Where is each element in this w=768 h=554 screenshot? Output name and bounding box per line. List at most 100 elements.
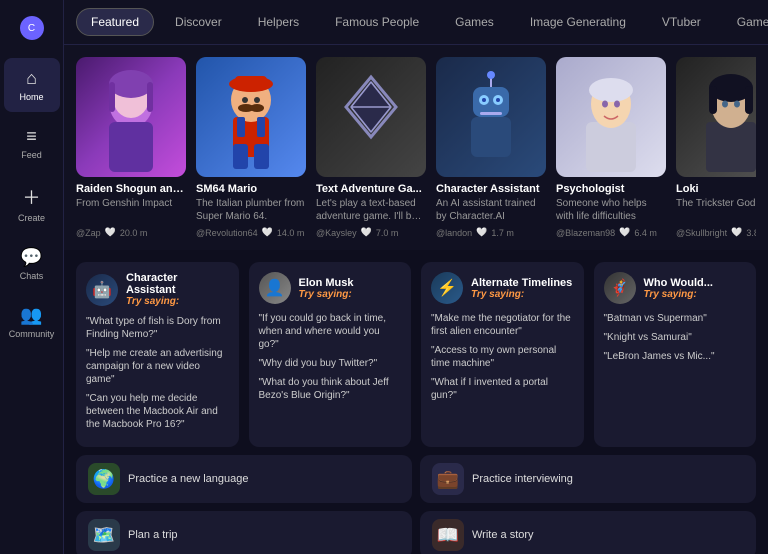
character-img-psychologist bbox=[556, 57, 666, 177]
character-card-loki[interactable]: Loki The Trickster God @Skullbright 🤍 3.… bbox=[676, 57, 756, 238]
avatar-elon: 👤 bbox=[259, 272, 291, 304]
suggestions-grid: 🌍 Practice a new language 💼 Practice int… bbox=[76, 455, 756, 554]
sidebar-label-chats: Chats bbox=[20, 271, 44, 281]
character-desc-textadv: Let's play a text-based adventure game. … bbox=[316, 197, 426, 223]
try-card-title-assistant: Character Assistant bbox=[126, 272, 229, 296]
try-card-subtitle-who: Try saying: bbox=[644, 289, 713, 300]
author-assistant: @landon bbox=[436, 228, 472, 238]
try-card-alternate: ⚡ Alternate Timelines Try saying: "Make … bbox=[421, 262, 584, 447]
try-item-alternate-0[interactable]: "Make me the negotiator for the first al… bbox=[431, 312, 574, 338]
sidebar-item-feed[interactable]: ≡ Feed bbox=[4, 116, 60, 170]
character-desc-mario: The Italian plumber from Super Mario 64. bbox=[196, 197, 306, 223]
character-name-assistant: Character Assistant bbox=[436, 183, 546, 195]
main-content: Featured Discover Helpers Famous People … bbox=[64, 0, 768, 554]
character-card-mario[interactable]: SM64 Mario The Italian plumber from Supe… bbox=[196, 57, 306, 238]
sidebar-item-create[interactable]: ＋ Create bbox=[4, 174, 60, 233]
sidebar-item-community[interactable]: 👥 Community bbox=[4, 295, 60, 349]
tab-featured[interactable]: Featured bbox=[76, 8, 154, 36]
try-card-assistant: 🤖 Character Assistant Try saying: "What … bbox=[76, 262, 239, 447]
characters-row: Raiden Shogun and... From Genshin Impact… bbox=[76, 57, 756, 238]
try-card-header-who: 🦸 Who Would... Try saying: bbox=[604, 272, 747, 304]
character-card-psychologist[interactable]: Psychologist Someone who helps with life… bbox=[556, 57, 666, 238]
character-meta-loki: @Skullbright 🤍 3.8 m bbox=[676, 227, 756, 238]
suggestion-trip[interactable]: 🗺️ Plan a trip bbox=[76, 511, 412, 554]
try-card-info-who: Who Would... Try saying: bbox=[644, 277, 713, 300]
character-img-loki bbox=[676, 57, 756, 177]
likes-raiden: 20.0 m bbox=[120, 228, 148, 238]
try-item-alternate-1[interactable]: "Access to my own personal time machine" bbox=[431, 344, 574, 370]
author-psychologist: @Blazeman98 bbox=[556, 228, 615, 238]
character-meta-psychologist: @Blazeman98 🤍 6.4 m bbox=[556, 227, 666, 238]
try-item-assistant-2[interactable]: "Can you help me decide between the Macb… bbox=[86, 392, 229, 431]
character-name-psychologist: Psychologist bbox=[556, 183, 666, 195]
try-item-alternate-2[interactable]: "What if I invented a portal gun?" bbox=[431, 376, 574, 402]
app-logo: C bbox=[16, 8, 48, 48]
author-textadv: @Kaysley bbox=[316, 228, 357, 238]
try-card-title-who: Who Would... bbox=[644, 277, 713, 289]
author-mario: @Revolution64 bbox=[196, 228, 258, 238]
character-meta-raiden: @Zap 🤍 20.0 m bbox=[76, 227, 186, 238]
heart-icon-loki: 🤍 bbox=[731, 227, 742, 238]
avatar-assistant: 🤖 bbox=[86, 274, 118, 306]
tab-game-characters[interactable]: Game Characters bbox=[722, 8, 768, 36]
characters-section: Raiden Shogun and... From Genshin Impact… bbox=[64, 45, 768, 250]
try-item-who-2[interactable]: "LeBron James vs Mic..." bbox=[604, 350, 747, 363]
tab-image-generating[interactable]: Image Generating bbox=[515, 8, 641, 36]
try-card-header-elon: 👤 Elon Musk Try saying: bbox=[259, 272, 402, 304]
story-icon: 📖 bbox=[432, 519, 464, 551]
character-img-raiden bbox=[76, 57, 186, 177]
sidebar-label-feed: Feed bbox=[21, 150, 42, 160]
logo-icon: C bbox=[20, 16, 44, 40]
heart-icon-assistant: 🤍 bbox=[476, 227, 487, 238]
likes-loki: 3.8 m bbox=[746, 228, 756, 238]
language-icon: 🌍 bbox=[88, 463, 120, 495]
try-card-subtitle-elon: Try saying: bbox=[299, 289, 354, 300]
tab-discover[interactable]: Discover bbox=[160, 8, 237, 36]
sidebar-item-chats[interactable]: 💬 Chats bbox=[4, 237, 60, 291]
try-card-who: 🦸 Who Would... Try saying: "Batman vs Su… bbox=[594, 262, 757, 447]
suggestion-language[interactable]: 🌍 Practice a new language bbox=[76, 455, 412, 503]
try-card-info-assistant: Character Assistant Try saying: bbox=[126, 272, 229, 307]
tab-games[interactable]: Games bbox=[440, 8, 509, 36]
character-meta-mario: @Revolution64 🤍 14.0 m bbox=[196, 227, 306, 238]
avatar-who: 🦸 bbox=[604, 272, 636, 304]
try-item-who-0[interactable]: "Batman vs Superman" bbox=[604, 312, 747, 325]
character-img-assistant bbox=[436, 57, 546, 177]
character-desc-psychologist: Someone who helps with life difficulties bbox=[556, 197, 666, 223]
author-raiden: @Zap bbox=[76, 228, 101, 238]
try-item-assistant-1[interactable]: "Help me create an advertising campaign … bbox=[86, 347, 229, 386]
tab-famous-people[interactable]: Famous People bbox=[320, 8, 434, 36]
tab-helpers[interactable]: Helpers bbox=[243, 8, 314, 36]
character-name-loki: Loki bbox=[676, 183, 756, 195]
try-card-title-elon: Elon Musk bbox=[299, 277, 354, 289]
likes-psychologist: 6.4 m bbox=[634, 228, 657, 238]
try-item-who-1[interactable]: "Knight vs Samurai" bbox=[604, 331, 747, 344]
sidebar-item-home[interactable]: ⌂ Home bbox=[4, 58, 60, 112]
character-desc-raiden: From Genshin Impact bbox=[76, 197, 186, 223]
sidebar-label-home: Home bbox=[19, 92, 43, 102]
try-card-title-alternate: Alternate Timelines bbox=[471, 277, 572, 289]
create-icon: ＋ bbox=[23, 184, 41, 210]
try-item-elon-2[interactable]: "What do you think about Jeff Bezo's Blu… bbox=[259, 376, 402, 402]
sidebar: C ⌂ Home ≡ Feed ＋ Create 💬 Chats 👥 Commu… bbox=[0, 0, 64, 554]
character-card-raiden[interactable]: Raiden Shogun and... From Genshin Impact… bbox=[76, 57, 186, 238]
tab-vtuber[interactable]: VTuber bbox=[647, 8, 716, 36]
character-meta-assistant: @landon 🤍 1.7 m bbox=[436, 227, 546, 238]
character-card-textadv[interactable]: Text Adventure Ga... Let's play a text-b… bbox=[316, 57, 426, 238]
likes-assistant: 1.7 m bbox=[491, 228, 514, 238]
character-meta-textadv: @Kaysley 🤍 7.0 m bbox=[316, 227, 426, 238]
try-card-elon: 👤 Elon Musk Try saying: "If you could go… bbox=[249, 262, 412, 447]
suggestion-interview[interactable]: 💼 Practice interviewing bbox=[420, 455, 756, 503]
suggestion-story[interactable]: 📖 Write a story bbox=[420, 511, 756, 554]
likes-mario: 14.0 m bbox=[277, 228, 305, 238]
character-name-mario: SM64 Mario bbox=[196, 183, 306, 195]
try-item-assistant-0[interactable]: "What type of fish is Dory from Finding … bbox=[86, 315, 229, 341]
try-card-info-alternate: Alternate Timelines Try saying: bbox=[471, 277, 572, 300]
try-item-elon-0[interactable]: "If you could go back in time, when and … bbox=[259, 312, 402, 351]
try-item-elon-1[interactable]: "Why did you buy Twitter?" bbox=[259, 357, 402, 370]
character-name-raiden: Raiden Shogun and... bbox=[76, 183, 186, 195]
character-name-textadv: Text Adventure Ga... bbox=[316, 183, 426, 195]
character-card-assistant[interactable]: Character Assistant An AI assistant trai… bbox=[436, 57, 546, 238]
likes-textadv: 7.0 m bbox=[376, 228, 399, 238]
suggestion-text-story: Write a story bbox=[472, 529, 534, 541]
